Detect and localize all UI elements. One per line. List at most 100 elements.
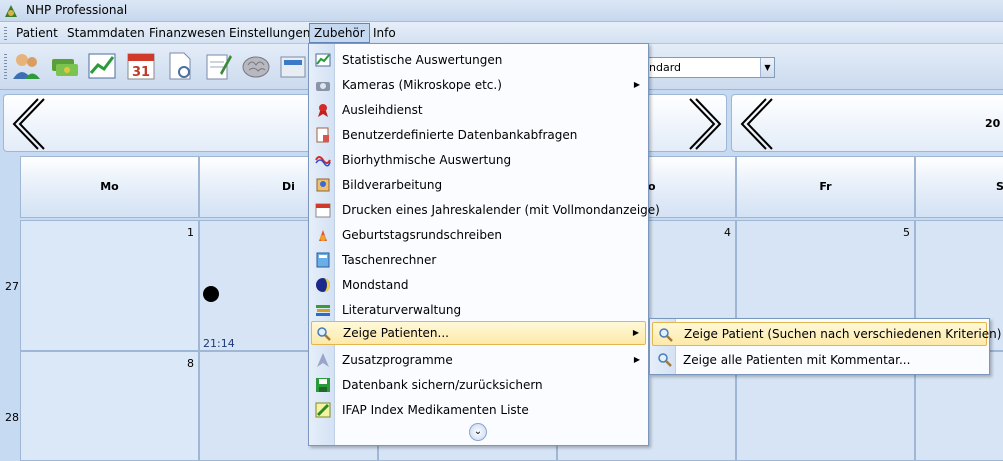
menu-item-label: Mondstand [342,278,409,292]
brain-button[interactable] [240,51,274,83]
submenu-arrow-icon: ▶ [633,355,640,364]
menu-grip [4,27,7,40]
calculator-icon [280,56,306,78]
day-header-sa: S [915,156,1003,218]
cell-date: 4 [724,226,731,239]
submenu-item-label: Zeige Patient (Suchen nach verschiedenen… [684,327,1002,341]
chevron-down-icon[interactable]: ▼ [760,58,774,77]
calendar-year-label: 20 [985,117,1001,130]
menu-item-datenbank-sichern[interactable]: Datenbank sichern/zurücksichern [311,373,646,397]
calendar-cell[interactable]: 1 [20,220,199,351]
menu-item-jahreskalender[interactable]: Drucken eines Jahreskalender (mit Vollmo… [311,198,660,222]
calendar-icon: 31 [127,53,155,80]
view-combobox[interactable]: ndard ▼ [640,57,775,78]
menu-item-zusatzprogramme[interactable]: Zusatzprogramme ▶ [311,348,646,372]
pill-icon [315,402,331,418]
menu-item-label: Biorhythmische Auswertung [342,153,512,167]
calendar-nav-right [731,94,1003,152]
menu-item-ausleihdienst[interactable]: Ausleihdienst [311,98,646,122]
patients-button[interactable] [10,51,44,83]
document-icon [169,52,191,80]
menu-einstellungen[interactable]: Einstellungen [225,23,314,43]
cell-date: 8 [187,357,194,370]
programs-icon [317,353,329,367]
calendar-icon-text: 31 [132,65,150,80]
document-button[interactable] [164,51,198,83]
ribbon-icon [318,104,328,117]
app-logo-icon [5,5,17,17]
menu-item-label: Zusatzprogramme [342,353,453,367]
view-combobox-value: ndard [649,61,682,74]
menu-patient[interactable]: Patient [12,23,62,43]
calendar-button[interactable]: 31 [125,51,159,83]
notepad-icon [206,54,232,80]
brain-icon [242,56,270,78]
menu-item-biorhythmische-auswertung[interactable]: Biorhythmische Auswertung [311,148,646,172]
day-header-sa-partial: S [996,180,1003,193]
menu-expand-icon[interactable]: ⌄ [469,423,487,441]
calendar-print-icon [315,203,331,218]
submenu-item-zeige-alle-patienten[interactable]: Zeige alle Patienten mit Kommentar... [652,348,987,372]
image-icon [316,178,330,192]
menu-item-label: Statistische Auswertungen [342,53,503,67]
stats-icon [315,53,331,67]
menu-item-geburtstagsrundschreiben[interactable]: Geburtstagsrundschreiben [311,223,646,247]
menu-zubehoer[interactable]: Zubehör [309,23,370,43]
full-moon-icon [203,286,219,302]
menu-stammdaten[interactable]: Stammdaten [63,23,149,43]
zubehoer-dropdown-menu: Statistische Auswertungen Kameras (Mikro… [308,43,660,446]
prev-arrow-icon-2[interactable] [736,97,776,151]
menu-item-label: Bildverarbeitung [342,178,443,192]
camera-icon [316,82,330,91]
title-bar: NHP Professional [0,0,1003,22]
menu-item-label: Kameras (Mikroskope etc.) [342,78,502,92]
window-title: NHP Professional [26,3,128,17]
menu-item-zeige-patienten[interactable]: Zeige Patienten... ▶ [311,321,646,345]
finance-button[interactable] [48,51,82,83]
menu-item-bildverarbeitung[interactable]: Bildverarbeitung [311,173,646,197]
money-icon [52,59,78,76]
chart-icon [88,53,116,79]
menu-item-statistische-auswertungen[interactable]: Statistische Auswertungen [311,48,646,72]
notes-button[interactable] [202,51,236,83]
menu-item-label: Taschenrechner [342,253,437,267]
day-header-mo: Mo [20,156,199,218]
submenu-item-label: Zeige alle Patienten mit Kommentar... [683,353,911,367]
submenu-item-zeige-patient[interactable]: Zeige Patient (Suchen nach verschiedenen… [652,322,1001,346]
week-number-27: 27 [5,280,19,293]
menu-item-ifap-index[interactable]: IFAP Index Medikamenten Liste [311,398,646,422]
menu-item-kameras[interactable]: Kameras (Mikroskope etc.) ▶ [311,73,646,97]
menu-item-mondstand[interactable]: Mondstand [311,273,646,297]
submenu-arrow-icon: ▶ [632,328,639,337]
calculator-icon [316,252,330,268]
calendar-cell[interactable]: 8 [20,351,199,461]
menu-item-label: Datenbank sichern/zurücksichern [342,378,543,392]
menu-item-literaturverwaltung[interactable]: Literaturverwaltung [311,298,646,322]
day-header-fr: Fr [736,156,915,218]
books-icon [316,305,330,316]
birthday-icon [319,230,327,241]
menu-item-label: Drucken eines Jahreskalender (mit Vollmo… [342,203,660,217]
menu-info[interactable]: Info [369,23,400,43]
next-arrow-icon[interactable] [686,97,726,151]
patients-icon [13,54,40,79]
statistics-button[interactable] [86,51,120,83]
menu-item-label: Benutzerdefinierte Datenbankabfragen [342,128,578,142]
cell-date: 5 [903,226,910,239]
menu-bar: Patient Stammdaten Finanzwesen Einstellu… [0,22,1003,44]
search-icon [659,328,673,342]
toolbar-grip [4,54,7,80]
prev-arrow-icon[interactable] [8,97,48,151]
menu-finanzwesen[interactable]: Finanzwesen [145,23,230,43]
search-icon [317,327,331,341]
zeige-patienten-submenu: Zeige Patient (Suchen nach verschiedenen… [649,318,1001,375]
menu-item-taschenrechner[interactable]: Taschenrechner [311,248,646,272]
search-icon [658,353,672,367]
biorhythm-icon [315,156,331,167]
database-query-icon [316,127,329,143]
menu-item-label: Zeige Patienten... [343,326,449,340]
calculator-button[interactable] [277,51,311,83]
menu-item-label: Literaturverwaltung [342,303,462,317]
menu-item-datenbankabfragen[interactable]: Benutzerdefinierte Datenbankabfragen [311,123,646,147]
event-time[interactable]: 21:14 [203,337,235,350]
